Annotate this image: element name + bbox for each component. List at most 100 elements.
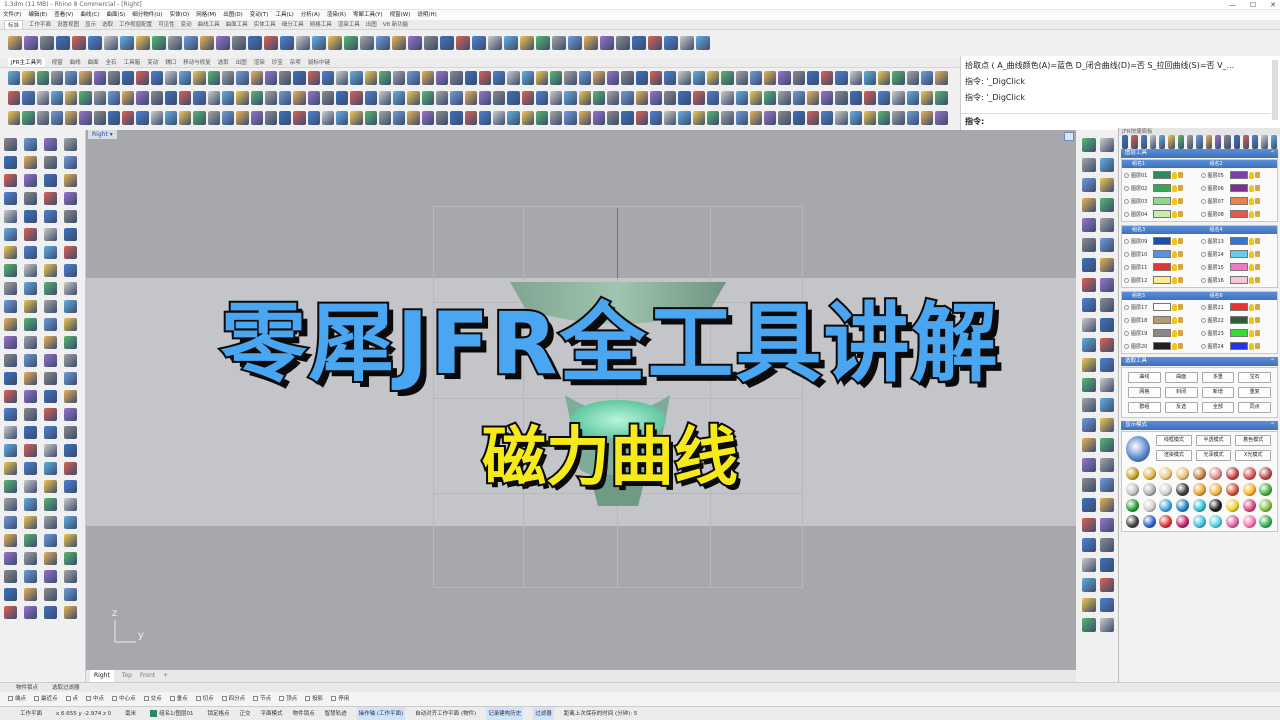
jfr-tool-icon[interactable]	[835, 71, 848, 85]
jfr-tool-icon[interactable]	[535, 71, 549, 85]
jfr-tab[interactable]: 视窗	[52, 58, 63, 67]
group-name[interactable]: 组名4	[1200, 226, 1278, 234]
jfr-tool-icon[interactable]	[664, 91, 677, 105]
material-sphere-icon[interactable]	[1192, 515, 1206, 528]
right-tool-icon[interactable]	[1082, 278, 1096, 292]
layer-radio[interactable]	[1200, 264, 1206, 270]
bulb-icon[interactable]	[1248, 329, 1254, 337]
layer-row[interactable]: 图层08	[1200, 208, 1277, 220]
viewport-name-tab[interactable]: Right ▾	[88, 130, 117, 139]
status-item[interactable]: 记录建构历史	[486, 707, 524, 720]
lock-icon[interactable]	[1254, 185, 1260, 191]
jfr-tool-icon[interactable]	[307, 111, 320, 125]
osnap-checkbox[interactable]	[195, 696, 201, 701]
standard-tool-icon[interactable]	[600, 36, 614, 50]
select-button[interactable]: 同点	[1238, 402, 1271, 413]
jfr-tool-icon[interactable]	[906, 111, 919, 125]
lock-icon[interactable]	[1254, 264, 1260, 270]
right-tool-icon[interactable]	[1100, 278, 1114, 292]
status-item[interactable]: 智慧轨迹	[325, 707, 347, 720]
jfr-tool-icon[interactable]	[93, 71, 106, 85]
panel-tool-icon[interactable]	[1196, 135, 1203, 149]
right-tool-icon[interactable]	[1082, 478, 1096, 492]
panel-tool-icon[interactable]	[1177, 135, 1185, 149]
menu-item[interactable]: 说明(H)	[417, 10, 436, 20]
layer-color-swatch[interactable]	[1229, 184, 1248, 192]
left-tool-icon[interactable]	[24, 156, 37, 169]
status-item[interactable]: 自动对齐工作平面 (物件)	[415, 707, 476, 720]
jfr-tool-icon[interactable]	[250, 91, 263, 105]
right-tool-icon[interactable]	[1082, 338, 1096, 352]
jfr-tool-icon[interactable]	[279, 71, 292, 85]
osnap-option[interactable]: 中心点	[112, 692, 136, 706]
left-tool-icon[interactable]	[44, 138, 57, 151]
jfr-tool-icon[interactable]	[478, 91, 492, 105]
jfr-tool-icon[interactable]	[735, 71, 748, 85]
jfr-tool-icon[interactable]	[892, 71, 905, 85]
jfr-tool-icon[interactable]	[821, 111, 834, 125]
left-tool-icon[interactable]	[4, 174, 17, 187]
jfr-tool-icon[interactable]	[664, 71, 677, 85]
standard-tool-icon[interactable]	[296, 36, 310, 50]
left-tool-icon[interactable]	[4, 156, 17, 169]
material-sphere-icon[interactable]	[1142, 467, 1156, 480]
layer-color-swatch[interactable]	[1153, 342, 1171, 350]
left-tool-icon[interactable]	[64, 300, 77, 313]
lock-icon[interactable]	[1254, 317, 1260, 323]
jfr-tab[interactable]: 珍宝	[272, 58, 283, 67]
jfr-tool-icon[interactable]	[236, 91, 249, 105]
jfr-tool-icon[interactable]	[336, 71, 349, 85]
bulb-icon[interactable]	[1248, 342, 1254, 350]
viewport-tab[interactable]: +	[163, 670, 168, 682]
jfr-tool-icon[interactable]	[193, 111, 206, 125]
status-item[interactable]: 物件锁点	[293, 707, 315, 720]
panel-tool-icon[interactable]	[1252, 135, 1259, 149]
layer-color-swatch[interactable]	[1229, 210, 1248, 218]
lock-icon[interactable]	[1178, 238, 1183, 244]
standard-tool-icon[interactable]	[568, 36, 582, 50]
layer-row[interactable]: 图层21	[1200, 301, 1277, 313]
bulb-icon[interactable]	[1248, 316, 1254, 324]
toolbar-tab[interactable]: V8 新功能	[383, 20, 409, 29]
jfr-tool-icon[interactable]	[607, 91, 620, 105]
standard-tool-icon[interactable]	[120, 36, 134, 50]
jfr-tool-icon[interactable]	[435, 111, 449, 125]
osnap-option[interactable]: 顶点	[279, 692, 297, 706]
right-tool-icon[interactable]	[1100, 478, 1114, 492]
jfr-tool-icon[interactable]	[36, 111, 49, 125]
jfr-tool-icon[interactable]	[378, 71, 392, 85]
status-plane[interactable]: 工作平面	[20, 707, 42, 720]
right-tool-icon[interactable]	[1082, 138, 1096, 152]
layer-color-swatch[interactable]	[1153, 184, 1171, 192]
jfr-tool-icon[interactable]	[493, 111, 506, 125]
jfr-tool-icon[interactable]	[507, 71, 520, 85]
left-tool-icon[interactable]	[64, 174, 77, 187]
lock-icon[interactable]	[1178, 343, 1183, 349]
material-sphere-icon[interactable]	[1126, 467, 1139, 480]
bulb-icon[interactable]	[1248, 276, 1254, 284]
select-button[interactable]: 封闭	[1164, 387, 1198, 398]
jfr-tool-icon[interactable]	[749, 111, 763, 125]
standard-tool-icon[interactable]	[312, 36, 326, 50]
left-tool-icon[interactable]	[24, 444, 37, 457]
jfr-tool-icon[interactable]	[707, 91, 720, 105]
jfr-tool-icon[interactable]	[935, 91, 948, 105]
left-tool-icon[interactable]	[24, 552, 37, 565]
jfr-tool-icon[interactable]	[921, 91, 934, 105]
jfr-tool-icon[interactable]	[107, 91, 121, 105]
layer-row[interactable]: 图层19	[1123, 327, 1200, 339]
select-tools-header[interactable]: 选取工具	[1121, 357, 1278, 366]
group-name[interactable]: 组名1	[1122, 160, 1200, 168]
layer-tools-header[interactable]: 图层工具	[1121, 149, 1278, 158]
left-tool-icon[interactable]	[64, 372, 77, 385]
material-sphere-icon[interactable]	[1226, 499, 1239, 512]
standard-tool-icon[interactable]	[232, 36, 246, 50]
jfr-tool-icon[interactable]	[250, 111, 263, 125]
lock-icon[interactable]	[1178, 172, 1183, 178]
right-tool-icon[interactable]	[1100, 158, 1114, 172]
jfr-tool-icon[interactable]	[79, 71, 92, 85]
standard-tool-icon[interactable]	[680, 36, 694, 50]
menu-item[interactable]: 编辑(E)	[28, 10, 47, 20]
right-tool-icon[interactable]	[1100, 318, 1114, 332]
layer-row[interactable]: 图层07	[1200, 195, 1277, 207]
